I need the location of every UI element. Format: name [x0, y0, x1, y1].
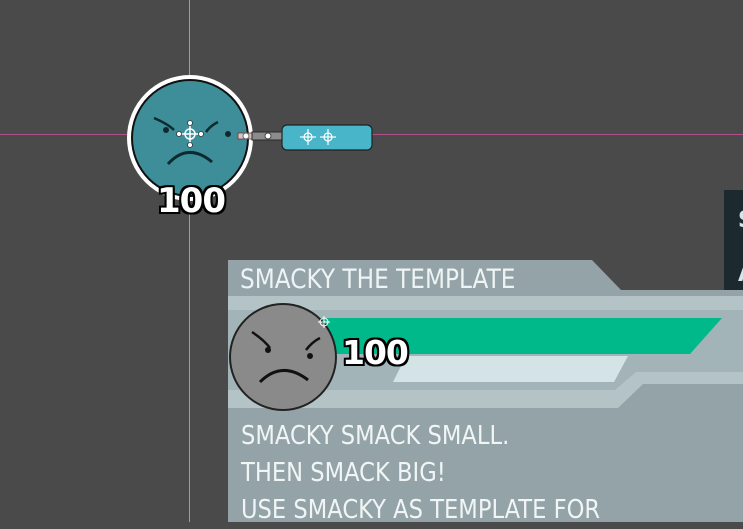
card-description: SMACKY SMACK SMALL. THEN SMACK BIG! USE …: [241, 418, 676, 529]
unit-info-card: SMACKY THE TEMPLATE 100 SMACKY SMACK SMA…: [228, 260, 743, 525]
unit-hp-label: 100: [157, 181, 226, 221]
card-title: SMACKY THE TEMPLATE: [240, 264, 516, 295]
description-line: USE SMACKY AS TEMPLATE FOR: [241, 495, 601, 525]
angry-face-portrait-icon: [229, 303, 337, 411]
card-hp-value: 100: [342, 333, 409, 372]
side-panel-letter: S: [724, 204, 743, 238]
description-line: SMACKY SMACK SMALL.: [241, 421, 510, 451]
description-line: THEN SMACK BIG!: [241, 458, 446, 488]
weapon-stick-icon[interactable]: [236, 122, 376, 156]
